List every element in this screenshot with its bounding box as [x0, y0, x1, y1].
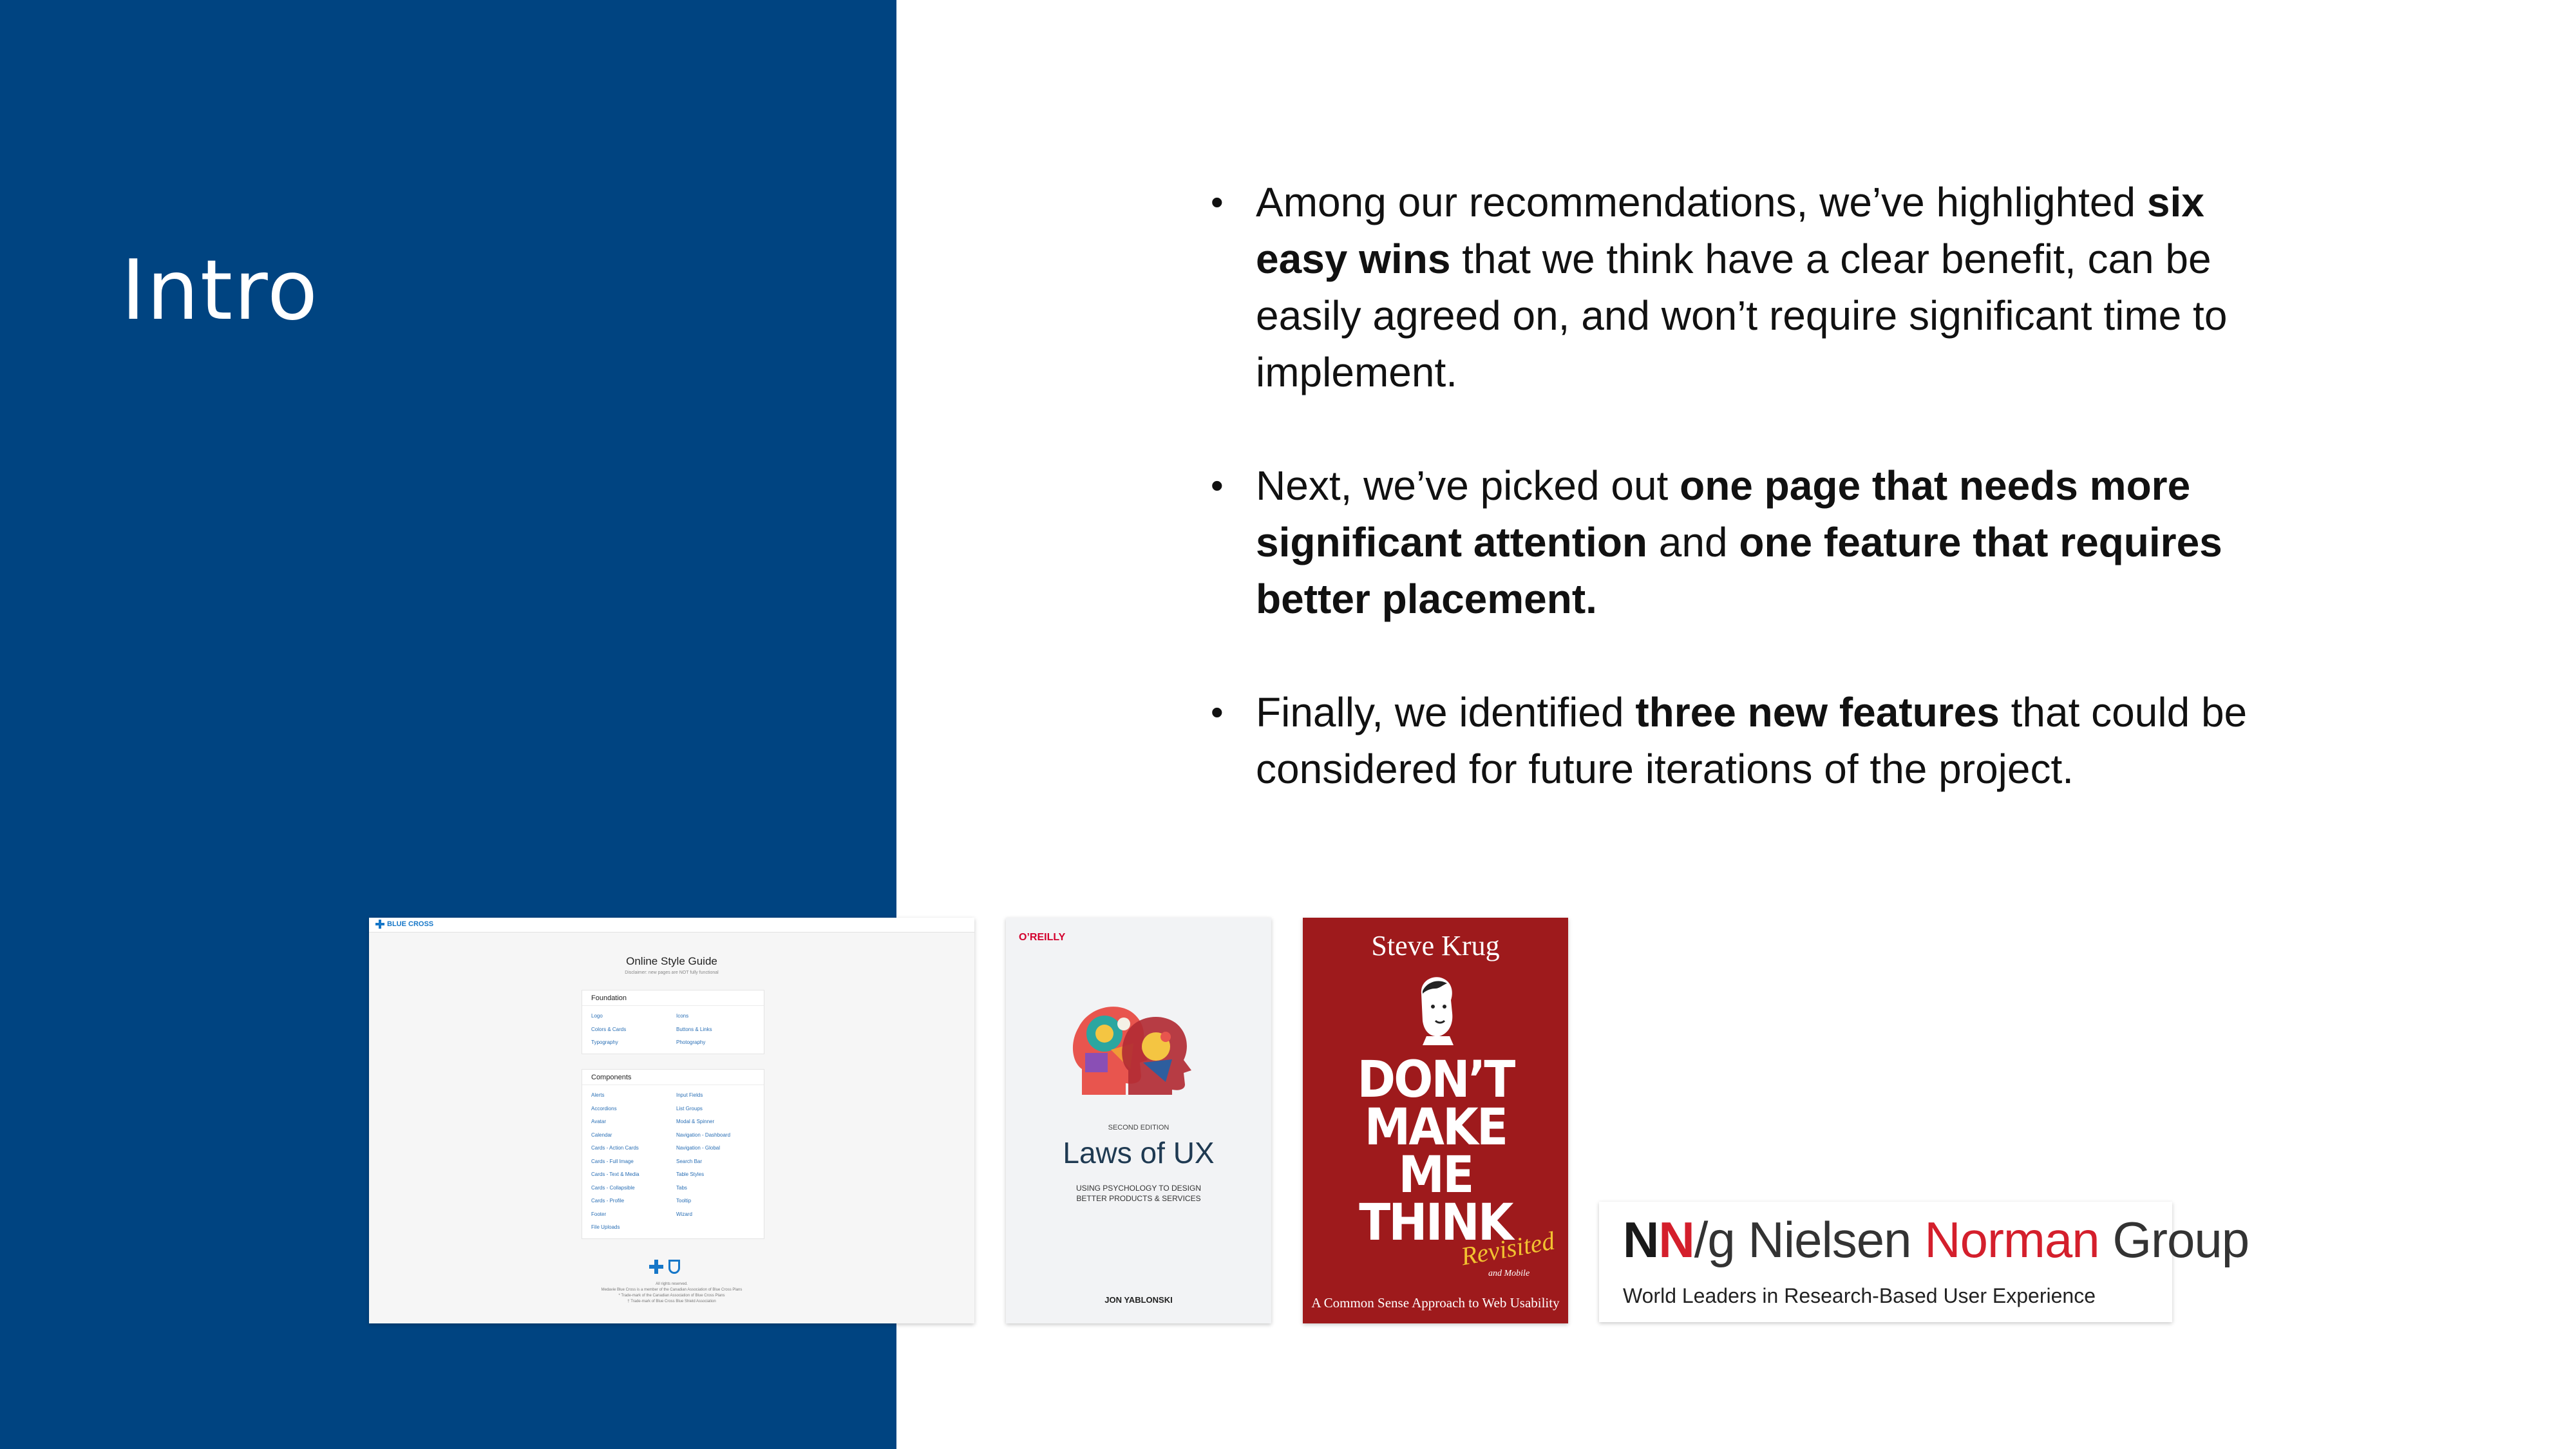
laws-of-ux-book-cover: O’REILLY SECOND EDITION Laws of UX USING…	[1006, 918, 1271, 1323]
bullet-text: Next, we’ve picked out	[1256, 462, 1680, 509]
bullet-new-features: Finally, we identified three new feature…	[1211, 684, 2306, 797]
nng-letter-n-red: N	[1658, 1211, 1694, 1268]
foundation-link: Icons	[676, 1013, 689, 1019]
nng-slash-g: /g	[1694, 1211, 1736, 1268]
nng-tagline: World Leaders in Research-Based User Exp…	[1623, 1284, 2096, 1307]
component-link: Input Fields	[676, 1092, 703, 1098]
bullet-text: Among our recommendations, we’ve highlig…	[1256, 179, 2147, 225]
footer-line: Medavie Blue Cross is a member of the Ca…	[601, 1288, 743, 1292]
publisher-logo: O’REILLY	[1019, 932, 1066, 943]
book-title: DON’T MAKE ME THINK	[1357, 1051, 1515, 1252]
component-link: Navigation - Global	[676, 1145, 721, 1151]
shield-icon	[668, 1260, 680, 1274]
nng-name-nielsen: Nielsen	[1748, 1211, 1911, 1268]
blue-cross-logo-text: BLUE CROSS	[387, 920, 434, 928]
component-link: File Uploads	[591, 1224, 620, 1230]
footer-line: † Trade-mark of Blue Cross Blue Shield A…	[627, 1300, 716, 1303]
component-link: Avatar	[591, 1119, 606, 1124]
foundation-link: Logo	[591, 1013, 603, 1019]
component-link: Wizard	[676, 1211, 692, 1217]
dont-make-me-think-book-cover: Steve Krug DON’T MAKE ME THINK Revisited…	[1303, 918, 1568, 1323]
style-guide-footer: All rights reserved. Medavie Blue Cross …	[582, 1282, 762, 1305]
book-author: JON YABLONSKI	[1104, 1295, 1173, 1305]
colorful-heads-illustration	[1072, 1007, 1191, 1095]
components-card: Components Alerts Input Fields Accordion…	[582, 1069, 764, 1239]
footer-line: * Trade-mark of the Canadian Association…	[618, 1294, 725, 1298]
component-link	[676, 1221, 755, 1235]
book-title: Laws of UX	[1063, 1136, 1215, 1170]
foundation-heading: Foundation	[582, 990, 764, 1006]
bullet-list: Among our recommendations, we’ve highlig…	[1211, 174, 2306, 854]
edition-label: SECOND EDITION	[1108, 1124, 1170, 1132]
component-link: Search Bar	[676, 1158, 703, 1164]
style-guide-subtitle: Disclaimer: new pages are NOT fully func…	[625, 971, 719, 975]
component-link: Calendar	[591, 1132, 612, 1138]
foundation-link: Colors & Cards	[591, 1026, 627, 1032]
nng-name-group: Group	[2112, 1211, 2249, 1268]
nng-letter-n: N	[1623, 1211, 1659, 1268]
foundation-link: Photography	[676, 1039, 706, 1045]
bullet-text: Finally, we identified	[1256, 689, 1636, 735]
component-link: Cards - Collapsible	[591, 1184, 635, 1191]
bullet-emphasis: three new features	[1635, 689, 2000, 735]
component-link: Modal & Spinner	[676, 1119, 715, 1124]
book-subtitle: A Common Sense Approach to Web Usability	[1311, 1295, 1560, 1311]
blue-cross-logo: BLUE CROSS	[375, 920, 433, 929]
style-guide-title: Online Style Guide	[626, 955, 717, 967]
component-link: Tooltip	[676, 1198, 692, 1204]
bullet-easy-wins: Among our recommendations, we’ve highlig…	[1211, 174, 2306, 401]
foundation-card: Foundation Logo Icons Colors & Cards But…	[582, 990, 764, 1054]
component-link: Cards - Full Image	[591, 1158, 634, 1164]
components-links: Alerts Input Fields Accordions List Grou…	[582, 1085, 764, 1238]
mobile-insert-label: and Mobile	[1488, 1269, 1530, 1278]
nielsen-norman-group-logo: NN/g Nielsen Norman Group World Leaders …	[1599, 1202, 2249, 1322]
nng-wordmark: NN/g Nielsen Norman Group	[1623, 1211, 2249, 1269]
man-face-illustration	[1421, 977, 1454, 1045]
component-link: Cards - Profile	[591, 1198, 625, 1204]
component-link: Cards - Action Cards	[591, 1145, 639, 1151]
component-link: Navigation - Dashboard	[676, 1132, 731, 1138]
component-link: Alerts	[591, 1092, 605, 1098]
style-guide-header: BLUE CROSS	[369, 918, 974, 933]
cross-icon	[649, 1260, 663, 1274]
components-heading: Components	[582, 1070, 764, 1085]
style-guide-screenshot: BLUE CROSS Online Style Guide Disclaimer…	[369, 918, 974, 1323]
blue-cross-shield-logo	[649, 1260, 680, 1274]
bullet-page-feature: Next, we’ve picked out one page that nee…	[1211, 457, 2306, 627]
component-link: Cards - Text & Media	[591, 1171, 639, 1177]
book-tagline: USING PSYCHOLOGY TO DESIGN BETTER PRODUC…	[1075, 1184, 1202, 1203]
foundation-link: Buttons & Links	[676, 1026, 712, 1032]
component-link: Accordions	[591, 1105, 617, 1112]
component-link: Table Styles	[676, 1171, 705, 1177]
component-link: Footer	[591, 1211, 607, 1217]
cross-icon	[375, 920, 384, 929]
footer-line: All rights reserved.	[656, 1282, 688, 1286]
foundation-link: Typography	[591, 1039, 618, 1045]
book-author: Steve Krug	[1371, 930, 1500, 961]
slide-title: Intro	[121, 243, 319, 339]
component-link: List Groups	[676, 1105, 703, 1112]
component-link: Tabs	[676, 1184, 687, 1191]
foundation-links: Logo Icons Colors & Cards Buttons & Link…	[582, 1006, 764, 1054]
bullet-text: and	[1647, 519, 1739, 565]
nng-name-norman: Norman	[1924, 1211, 2099, 1268]
